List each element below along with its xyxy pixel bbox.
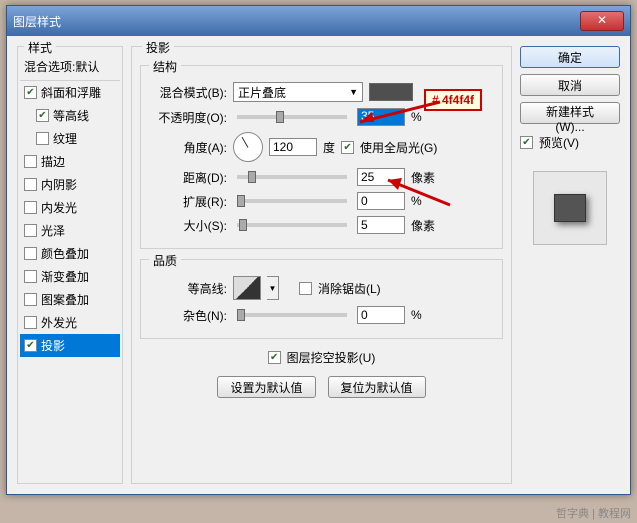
styles-header: 样式: [24, 39, 56, 56]
contour-dropdown[interactable]: ▼: [267, 276, 279, 300]
checkbox-icon[interactable]: [24, 339, 37, 352]
new-style-button[interactable]: 新建样式(W)...: [520, 102, 620, 124]
checkbox-icon[interactable]: [24, 86, 37, 99]
distance-unit: 像素: [411, 169, 441, 186]
style-item-color-overlay[interactable]: 颜色叠加: [20, 242, 120, 265]
styles-panel: 样式 混合选项:默认 斜面和浮雕 等高线 纹理 描边 内阴影 内发光 光泽 颜色…: [17, 46, 123, 484]
close-button[interactable]: ✕: [580, 11, 624, 31]
style-item-gradient-overlay[interactable]: 渐变叠加: [20, 265, 120, 288]
antialias-label: 消除锯齿(L): [318, 280, 381, 297]
blend-mode-label: 混合模式(B):: [149, 84, 227, 101]
blend-mode-select[interactable]: 正片叠底 ▼: [233, 82, 363, 102]
layer-style-dialog: 图层样式 ✕ 样式 混合选项:默认 斜面和浮雕 等高线 纹理 描边 内阴影 内发…: [6, 5, 631, 495]
checkbox-icon[interactable]: [36, 109, 49, 122]
style-item-drop-shadow[interactable]: 投影: [20, 334, 120, 357]
style-item-pattern-overlay[interactable]: 图案叠加: [20, 288, 120, 311]
reset-default-button[interactable]: 复位为默认值: [328, 376, 426, 398]
noise-input[interactable]: [357, 306, 405, 324]
size-label: 大小(S):: [149, 217, 227, 234]
spread-unit: %: [411, 194, 441, 208]
distance-slider[interactable]: [237, 175, 347, 179]
cancel-button[interactable]: 取消: [520, 74, 620, 96]
angle-input[interactable]: [269, 138, 317, 156]
contour-picker[interactable]: [233, 276, 261, 300]
style-item-inner-glow[interactable]: 内发光: [20, 196, 120, 219]
checkbox-icon[interactable]: [24, 178, 37, 191]
quality-group: 品质 等高线: ▼ 消除锯齿(L) 杂色(N): %: [140, 259, 503, 339]
size-unit: 像素: [411, 217, 441, 234]
checkbox-icon[interactable]: [36, 132, 49, 145]
make-default-button[interactable]: 设置为默认值: [217, 376, 315, 398]
checkbox-icon[interactable]: [24, 316, 37, 329]
hex-annotation: # 4f4f4f: [424, 89, 482, 111]
blend-options-item[interactable]: 混合选项:默认: [20, 55, 120, 78]
watermark: 哲字典 | 教程网: [556, 505, 631, 521]
checkbox-icon[interactable]: [24, 270, 37, 283]
knockout-checkbox[interactable]: [268, 351, 281, 364]
opacity-input[interactable]: 35: [357, 108, 405, 126]
style-item-inner-shadow[interactable]: 内阴影: [20, 173, 120, 196]
structure-title: 结构: [149, 58, 181, 75]
spread-slider[interactable]: [237, 199, 347, 203]
noise-slider[interactable]: [237, 313, 347, 317]
ok-button[interactable]: 确定: [520, 46, 620, 68]
knockout-label: 图层挖空投影(U): [287, 349, 376, 366]
distance-input[interactable]: [357, 168, 405, 186]
style-item-bevel[interactable]: 斜面和浮雕: [20, 81, 120, 104]
checkbox-icon[interactable]: [24, 293, 37, 306]
distance-label: 距离(D):: [149, 169, 227, 186]
style-item-texture[interactable]: 纹理: [20, 127, 120, 150]
chevron-down-icon: ▼: [349, 87, 358, 97]
noise-label: 杂色(N):: [149, 307, 227, 324]
angle-dial[interactable]: [233, 132, 263, 162]
window-title: 图层样式: [13, 13, 580, 30]
opacity-label: 不透明度(O):: [149, 109, 227, 126]
style-item-contour[interactable]: 等高线: [20, 104, 120, 127]
spread-label: 扩展(R):: [149, 193, 227, 210]
checkbox-icon[interactable]: [24, 224, 37, 237]
contour-label: 等高线:: [149, 280, 227, 297]
noise-unit: %: [411, 308, 441, 322]
antialias-checkbox[interactable]: [299, 282, 312, 295]
global-light-label: 使用全局光(G): [360, 139, 437, 156]
angle-unit: 度: [323, 139, 335, 156]
opacity-slider[interactable]: [237, 115, 347, 119]
checkbox-icon[interactable]: [24, 201, 37, 214]
style-item-stroke[interactable]: 描边: [20, 150, 120, 173]
size-slider[interactable]: [237, 223, 347, 227]
opacity-unit: %: [411, 110, 441, 124]
style-item-satin[interactable]: 光泽: [20, 219, 120, 242]
preview-checkbox[interactable]: [520, 136, 533, 149]
checkbox-icon[interactable]: [24, 247, 37, 260]
preview-thumbnail: [533, 171, 607, 245]
size-input[interactable]: [357, 216, 405, 234]
quality-title: 品质: [149, 252, 181, 269]
angle-label: 角度(A):: [149, 139, 227, 156]
spread-input[interactable]: [357, 192, 405, 210]
titlebar[interactable]: 图层样式 ✕: [7, 6, 630, 36]
global-light-checkbox[interactable]: [341, 141, 354, 154]
color-swatch[interactable]: [369, 83, 413, 101]
preview-label: 预览(V): [539, 134, 579, 151]
section-title: 投影: [142, 39, 174, 56]
style-item-outer-glow[interactable]: 外发光: [20, 311, 120, 334]
checkbox-icon[interactable]: [24, 155, 37, 168]
